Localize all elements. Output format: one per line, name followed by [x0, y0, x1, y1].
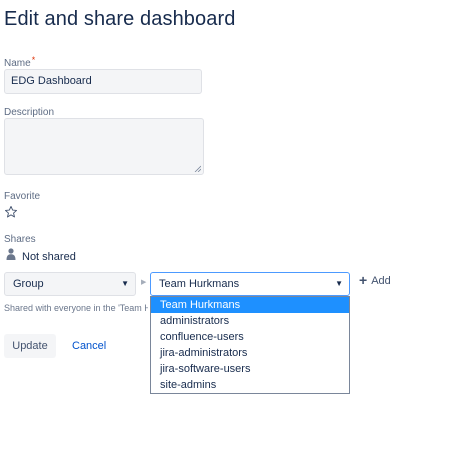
share-type-select[interactable]: Group ▼ [4, 272, 136, 296]
caret-down-icon: ▼ [335, 279, 343, 288]
group-select-value: Team Hurkmans [159, 278, 240, 290]
favorite-label: Favorite [4, 191, 41, 202]
share-type-value: Group [13, 278, 44, 290]
name-label-text: Name [4, 58, 31, 69]
caret-down-icon: ▼ [121, 279, 129, 288]
plus-icon: + [359, 272, 368, 288]
description-textarea[interactable] [4, 118, 204, 175]
add-share-button[interactable]: + Add [359, 271, 391, 288]
share-status: Not shared [22, 251, 76, 263]
required-mark: * [31, 55, 36, 65]
update-button[interactable]: Update [4, 334, 56, 358]
dropdown-option[interactable]: site-admins [151, 377, 349, 393]
name-input[interactable]: EDG Dashboard [4, 69, 202, 94]
resize-handle-icon[interactable] [194, 165, 201, 172]
page-title: Edit and share dashboard [4, 8, 236, 30]
dropdown-option[interactable]: Team Hurkmans [151, 297, 349, 313]
share-note: Shared with everyone in the 'Team Hurkma… [4, 303, 148, 313]
dropdown-option[interactable]: confluence-users [151, 329, 349, 345]
shares-label: Shares [4, 234, 36, 245]
dropdown-option[interactable]: jira-administrators [151, 345, 349, 361]
add-share-label: Add [371, 275, 391, 287]
dropdown-option[interactable]: jira-software-users [151, 361, 349, 377]
user-icon [6, 248, 16, 260]
group-select[interactable]: Team Hurkmans ▼ [150, 272, 350, 296]
description-label: Description [4, 107, 55, 118]
name-label: Name* [4, 55, 36, 69]
star-outline-icon[interactable] [4, 205, 18, 219]
dropdown-option[interactable]: administrators [151, 313, 349, 329]
caret-right-icon: ▶ [141, 279, 147, 286]
cancel-link[interactable]: Cancel [72, 340, 106, 352]
group-dropdown-list: Team Hurkmans administrators confluence-… [150, 296, 350, 394]
